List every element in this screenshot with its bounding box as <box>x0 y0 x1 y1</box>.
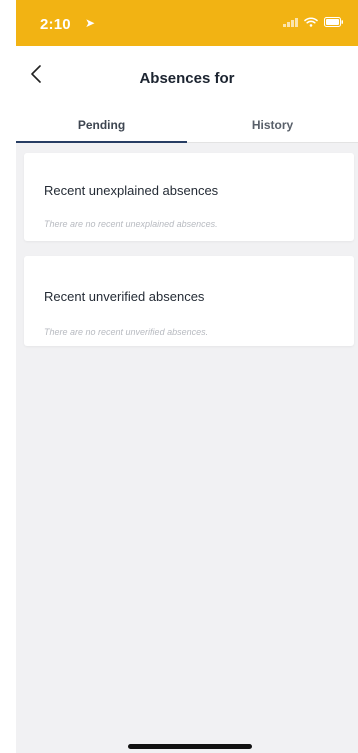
status-bar: 2:10 ➤ <box>16 0 358 46</box>
unverified-absences-empty-message: There are no recent unverified absences. <box>44 327 209 337</box>
battery-icon <box>324 17 344 27</box>
unexplained-absences-empty-message: There are no recent unexplained absences… <box>44 219 218 229</box>
app-header: Absences for <box>16 46 358 108</box>
phone-screen: 2:10 ➤ Absences for Pending History Rece… <box>0 0 358 753</box>
unverified-absences-title: Recent unverified absences <box>44 289 205 304</box>
unexplained-absences-card: Recent unexplained absences There are no… <box>24 153 354 241</box>
signal-bars-icon <box>283 17 298 27</box>
unexplained-absences-title: Recent unexplained absences <box>44 183 219 198</box>
wifi-icon <box>304 17 318 27</box>
status-time: 2:10 <box>40 16 71 33</box>
content-area: Recent unexplained absences There are no… <box>16 143 358 753</box>
home-indicator[interactable] <box>128 744 252 749</box>
left-margin <box>0 0 16 753</box>
unverified-absences-card: Recent unverified absences There are no … <box>24 256 354 346</box>
location-arrow-icon: ➤ <box>85 16 96 30</box>
status-icons <box>283 17 344 27</box>
tab-history[interactable]: History <box>187 108 358 142</box>
tab-bar: Pending History <box>16 108 358 143</box>
tab-pending[interactable]: Pending <box>16 108 187 143</box>
page-title: Absences for <box>139 70 235 87</box>
